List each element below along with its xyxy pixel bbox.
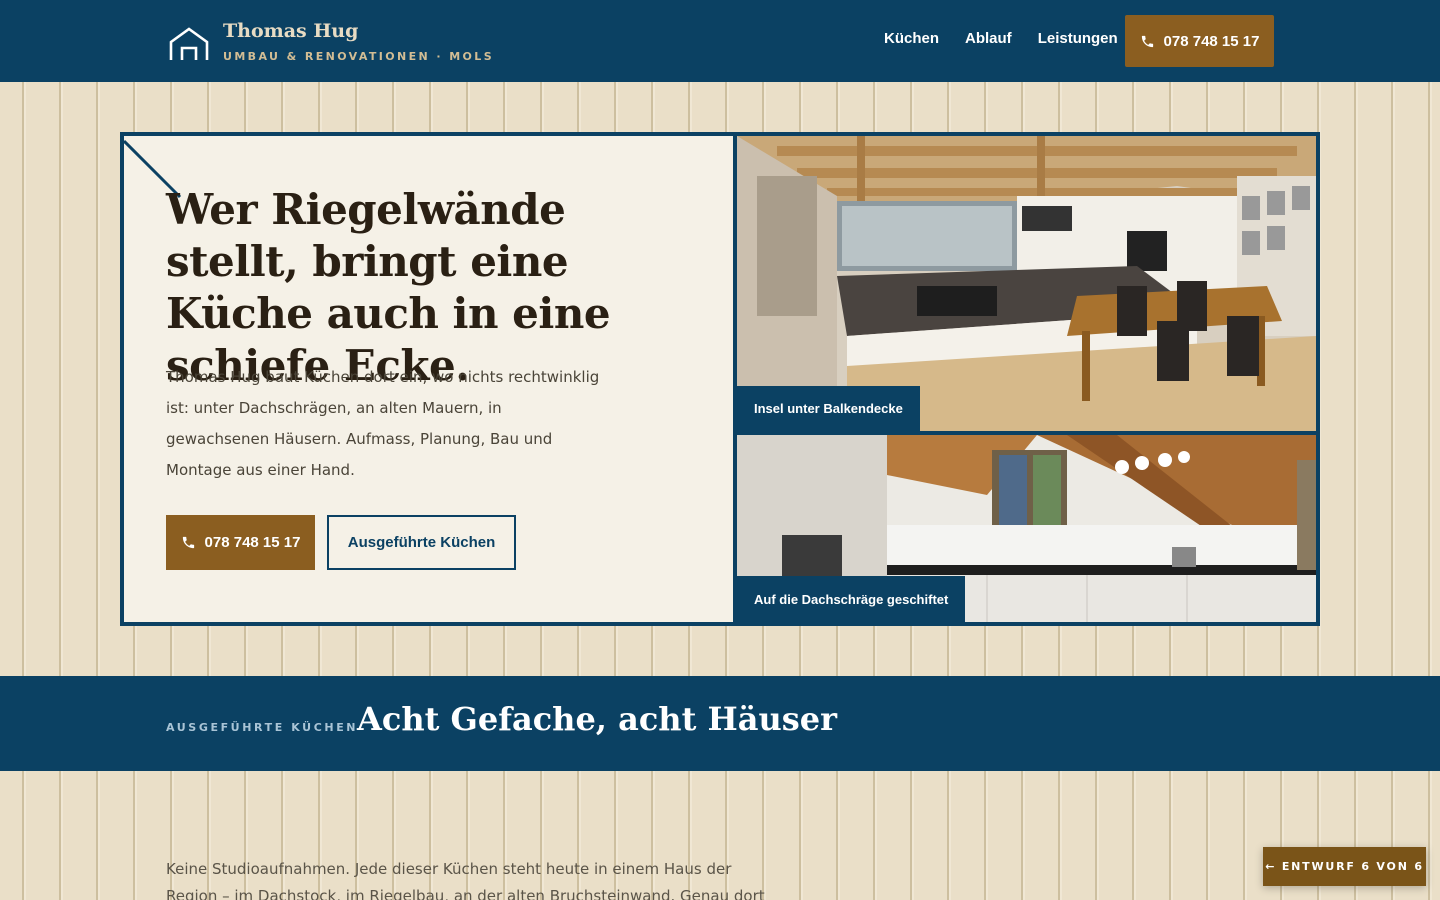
nav-item-kuechen[interactable]: Küchen: [884, 30, 939, 47]
kitchens-button[interactable]: Ausgeführte Küchen: [327, 515, 516, 570]
photo-caption-slope: Auf die Dachschräge geschiftet: [737, 576, 966, 622]
main-nav: Küchen Ablauf Leistungen: [884, 30, 1118, 47]
section-intro: Keine Studioaufnahmen. Jede dieser Küche…: [166, 860, 765, 900]
hero-phone-label: 078 748 15 17: [204, 534, 301, 551]
brand-logo[interactable]: Thomas Hug UMBAU & RENOVATIONEN · MOLS: [168, 22, 494, 63]
hero-title: Wer Riegelwände stellt, bringt eine Küch…: [166, 185, 611, 390]
draft-navigation-badge[interactable]: ← ENTWURF 6 VON 6: [1263, 847, 1426, 886]
brand-tagline: UMBAU & RENOVATIONEN · MOLS: [223, 50, 495, 63]
hero-card: Wer Riegelwände stellt, bringt eine Küch…: [124, 136, 733, 622]
nav-item-ablauf[interactable]: Ablauf: [965, 30, 1012, 47]
section-heading-band: AUSGEFÜHRTE KÜCHEN Acht Gefache, acht Hä…: [0, 676, 1440, 771]
phone-icon: [182, 536, 194, 549]
section-title: Acht Gefache, acht Häuser: [357, 700, 837, 738]
site-header: Thomas Hug UMBAU & RENOVATIONEN · MOLS K…: [0, 0, 1440, 82]
hero-section: Wer Riegelwände stellt, bringt eine Küch…: [120, 132, 1320, 626]
hero-text: Thomas Hug baut Küchen dort ein, wo nich…: [166, 368, 600, 479]
nav-item-leistungen[interactable]: Leistungen: [1038, 30, 1118, 47]
kitchen-photo-slope[interactable]: Auf die Dachschräge geschiftet: [737, 435, 1316, 622]
house-icon: [169, 27, 209, 60]
header-phone-label: 078 748 15 17: [1163, 32, 1260, 50]
section-eyebrow: AUSGEFÜHRTE KÜCHEN: [166, 721, 359, 734]
kitchen-photo-island[interactable]: Insel unter Balkendecke: [737, 136, 1316, 431]
hero-phone-button[interactable]: 078 748 15 17: [166, 515, 315, 570]
brand-name: Thomas Hug: [223, 20, 359, 42]
photo-caption-island: Insel unter Balkendecke: [737, 386, 920, 431]
header-phone-button[interactable]: 078 748 15 17: [1125, 15, 1274, 67]
phone-icon: [1141, 35, 1153, 47]
